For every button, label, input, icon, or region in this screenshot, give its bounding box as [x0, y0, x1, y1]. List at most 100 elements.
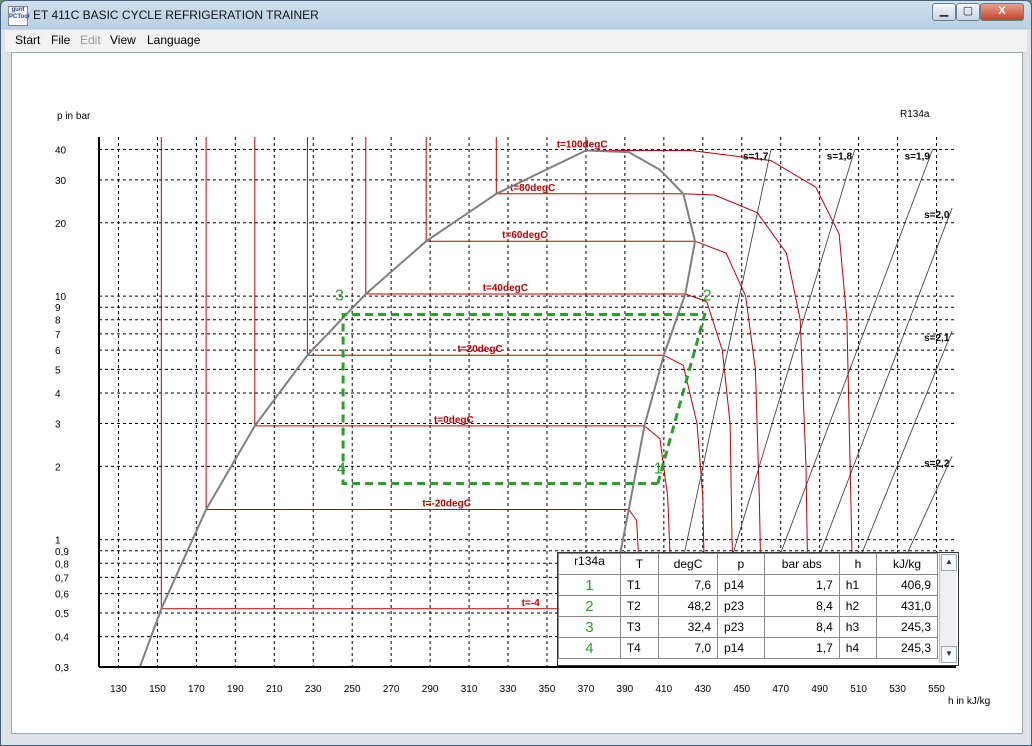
- table-row[interactable]: 4 T4 7,0 p14 1,7 h4 245,3: [558, 637, 938, 659]
- isotherm-label: t=-4: [522, 598, 541, 609]
- y-tick-label: 0,4: [55, 633, 69, 644]
- y-tick-label: 0,9: [55, 547, 69, 558]
- state-table: r134a T degC p bar abs h kJ/kg 1 T1 7,6 …: [557, 552, 959, 666]
- isotherm-line: [205, 137, 641, 594]
- table-row[interactable]: 3 T3 32,4 p23 8,4 h3 245,3: [558, 616, 938, 638]
- y-tick-label: 9: [55, 303, 61, 314]
- cell-p: p23: [717, 616, 765, 638]
- cycle-line: [341, 313, 707, 485]
- scroll-down-button[interactable]: ▼: [941, 646, 957, 663]
- row-number: 3: [558, 616, 621, 638]
- x-tick-label: 150: [149, 684, 166, 695]
- isotherm-label: t=40degC: [483, 283, 528, 294]
- y-tick-label: 20: [55, 219, 67, 230]
- x-tick-label: 290: [422, 684, 439, 695]
- y-tick-label: 40: [55, 145, 67, 156]
- isotherm-line: [365, 137, 735, 594]
- y-tick-label: 10: [55, 292, 67, 303]
- chevron-up-icon: ▲: [945, 557, 953, 566]
- cell-kj: 406,9: [876, 574, 938, 596]
- x-tick-label: 210: [266, 684, 283, 695]
- row-number: 2: [558, 595, 621, 617]
- y-tick-label: 4: [55, 389, 61, 400]
- isotherms: t=100degCt=80degCt=60degCt=40degCt=20deg…: [160, 137, 854, 610]
- x-tick-label: 510: [850, 684, 867, 695]
- isentrope-label: s=1,8: [827, 151, 853, 162]
- header-t: T: [619, 553, 660, 575]
- x-axis-label: h in kJ/kg: [948, 696, 990, 707]
- isotherm-line: [495, 137, 809, 594]
- saturated-liquid-line: [138, 149, 587, 668]
- cell-degc: 7,6: [658, 574, 719, 596]
- cell-kj: 245,3: [876, 616, 938, 638]
- state-table-grid: r134a T degC p bar abs h kJ/kg 1 T1 7,6 …: [558, 553, 938, 659]
- table-row[interactable]: 1 T1 7,6 p14 1,7 h1 406,9: [558, 574, 938, 596]
- y-tick-label: 8: [55, 316, 61, 327]
- y-axis-label: p in bar: [57, 111, 91, 122]
- x-tick-label: 430: [694, 684, 711, 695]
- x-tick-label: 170: [188, 684, 205, 695]
- cycle-point-label: 1: [654, 461, 663, 478]
- isotherm-line: [306, 137, 706, 594]
- x-tick-label: 370: [578, 684, 595, 695]
- x-tick-label: 230: [305, 684, 322, 695]
- x-tick-label: 450: [733, 684, 750, 695]
- cycle-point-label: 4: [337, 461, 346, 478]
- header-p: p: [717, 553, 765, 575]
- cell-t: T4: [619, 637, 660, 659]
- x-tick-label: 470: [772, 684, 789, 695]
- y-tick-label: 0,5: [55, 609, 69, 620]
- isotherm-label: t=20degC: [457, 344, 502, 355]
- isentrope-label: s=2,1: [924, 333, 950, 344]
- x-tick-label: 190: [227, 684, 244, 695]
- x-tick-label: 270: [383, 684, 400, 695]
- cell-p: p14: [717, 637, 765, 659]
- y-tick-label: 3: [55, 419, 61, 430]
- cycle-point-label: 2: [703, 288, 712, 305]
- row-number: 1: [558, 574, 621, 596]
- isotherm-label: t=0degC: [434, 415, 474, 426]
- x-tick-label: 350: [539, 684, 556, 695]
- y-tick-label: 2: [55, 462, 61, 473]
- y-tick-label: 5: [55, 365, 61, 376]
- isentrope-label: s=2,2: [924, 458, 950, 469]
- isotherm-label: t=-20degC: [422, 498, 471, 509]
- header-degc: degC: [658, 553, 719, 575]
- table-row[interactable]: 2 T2 48,2 p23 8,4 h2 431,0: [558, 595, 938, 617]
- x-tick-label: 410: [655, 684, 672, 695]
- cell-p: p23: [717, 595, 765, 617]
- y-tick-label: 0,6: [55, 590, 69, 601]
- table-scrollbar[interactable]: ▲ ▼: [939, 553, 957, 663]
- cell-h: h3: [838, 616, 878, 638]
- isentrope-label: s=1,9: [905, 151, 931, 162]
- x-tick-label: 250: [344, 684, 361, 695]
- isotherm-line: [160, 137, 606, 610]
- cell-kj: 245,3: [876, 637, 938, 659]
- header-bar: bar abs: [763, 553, 840, 575]
- table-refrigerant: r134a: [558, 553, 621, 575]
- x-tick-label: 330: [500, 684, 517, 695]
- cell-h: h1: [838, 574, 878, 596]
- cell-degc: 7,0: [658, 637, 719, 659]
- cell-bar: 8,4: [763, 616, 840, 638]
- cell-kj: 431,0: [876, 595, 938, 617]
- y-tick-label: 0,3: [55, 663, 69, 674]
- y-tick-label: 0,7: [55, 573, 69, 584]
- cell-degc: 48,2: [658, 595, 719, 617]
- scroll-up-button[interactable]: ▲: [941, 554, 957, 571]
- x-tick-label: 310: [461, 684, 478, 695]
- y-tick-label: 6: [55, 346, 61, 357]
- cell-h: h4: [838, 637, 878, 659]
- cell-p: p14: [717, 574, 765, 596]
- isotherm-label: t=60degC: [502, 230, 547, 241]
- y-tick-label: 1: [55, 536, 61, 547]
- row-number: 4: [558, 637, 621, 659]
- cell-bar: 8,4: [763, 595, 840, 617]
- isentrope-label: s=2,0: [924, 210, 950, 221]
- header-h: h: [838, 553, 878, 575]
- x-tick-label: 490: [811, 684, 828, 695]
- x-tick-label: 550: [928, 684, 945, 695]
- refrigerant-label: R134a: [900, 109, 930, 120]
- y-tick-label: 7: [55, 330, 61, 341]
- isotherm-line: [425, 137, 762, 594]
